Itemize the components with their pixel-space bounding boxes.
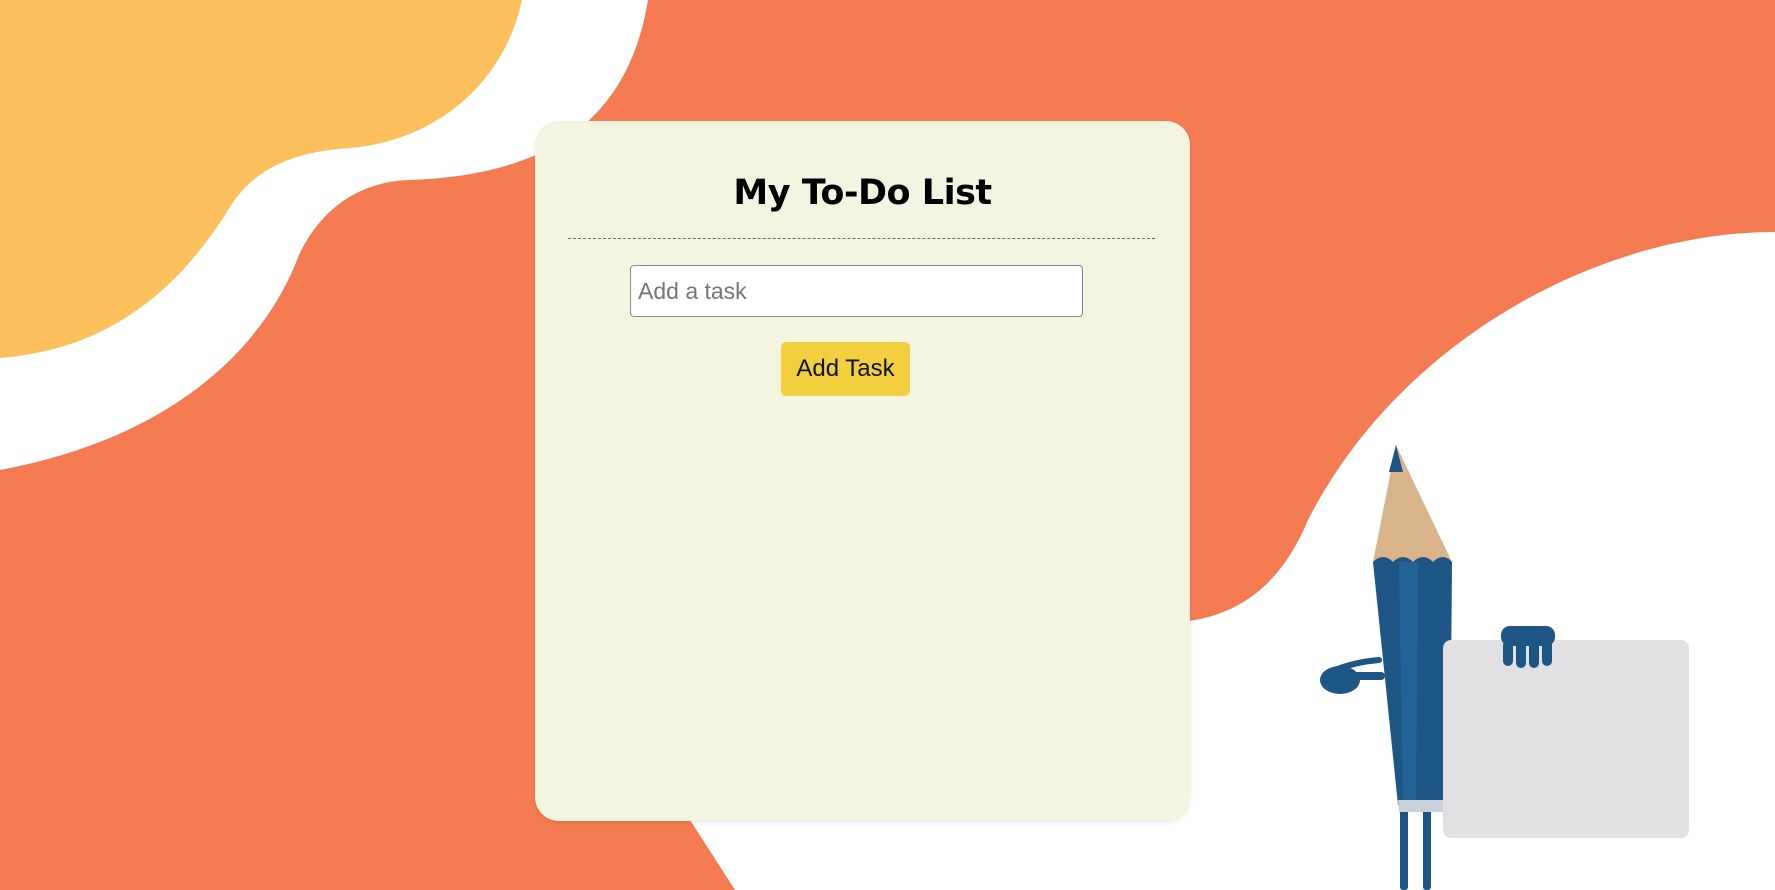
todo-card: My To-Do List Add Task	[535, 121, 1190, 821]
blank-sign-board	[1443, 640, 1689, 838]
add-task-button[interactable]: Add Task	[781, 342, 910, 396]
task-input[interactable]	[630, 265, 1083, 317]
title-divider	[568, 238, 1155, 239]
pencil-leg-left	[1400, 800, 1408, 890]
pencil-mascot-illustration	[1320, 445, 1689, 890]
page-title: My To-Do List	[733, 173, 992, 213]
pencil-ferrule	[1398, 800, 1450, 812]
pencil-leg-right	[1423, 800, 1431, 890]
pencil-pointing-finger	[1350, 672, 1385, 680]
pencil-wood-tip	[1373, 445, 1452, 562]
